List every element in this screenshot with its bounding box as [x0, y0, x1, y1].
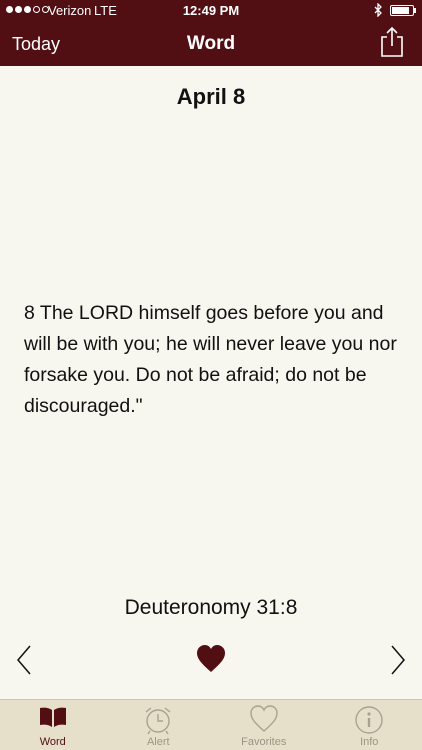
book-icon [39, 707, 66, 727]
battery-tip [414, 8, 416, 13]
verse-text: 8 The LORD himself goes before you and w… [24, 302, 397, 417]
favorite-button[interactable] [196, 645, 226, 673]
tab-label: Info [360, 736, 379, 748]
tab-bar: Word Alert Favorites Info [0, 699, 422, 750]
chevron-right-icon [391, 645, 405, 675]
battery-level [392, 7, 409, 14]
chevron-left-icon [17, 645, 31, 675]
battery-icon [390, 5, 414, 16]
status-time: 12:49 PM [182, 3, 240, 18]
next-verse-button[interactable] [388, 644, 408, 676]
tab-info[interactable]: Info [317, 700, 422, 750]
tab-label: Alert [146, 736, 170, 748]
tab-word[interactable]: Word [0, 700, 106, 750]
tab-label: Favorites [241, 736, 287, 748]
share-button[interactable] [378, 26, 406, 58]
verse-reference: Deuteronomy 31:8 [124, 596, 298, 619]
tab-label: Word [39, 736, 66, 748]
share-icon [381, 26, 403, 57]
page-title: Word [186, 33, 236, 54]
info-icon [355, 706, 383, 734]
tab-alert[interactable]: Alert [106, 700, 212, 750]
bluetooth-icon [374, 2, 383, 20]
top-bar: Verizon LTE 12:49 PM Today Word [0, 0, 422, 66]
screen: Verizon LTE 12:49 PM Today Word April 8 … [0, 0, 422, 750]
heart-icon [197, 645, 225, 672]
status-bar: Verizon LTE 12:49 PM [0, 0, 422, 22]
tab-favorites[interactable]: Favorites [211, 700, 317, 750]
verse-date: April 8 [176, 84, 246, 109]
alarm-clock-icon [145, 707, 171, 735]
previous-verse-button[interactable] [14, 644, 34, 676]
heart-outline-icon [250, 705, 278, 732]
